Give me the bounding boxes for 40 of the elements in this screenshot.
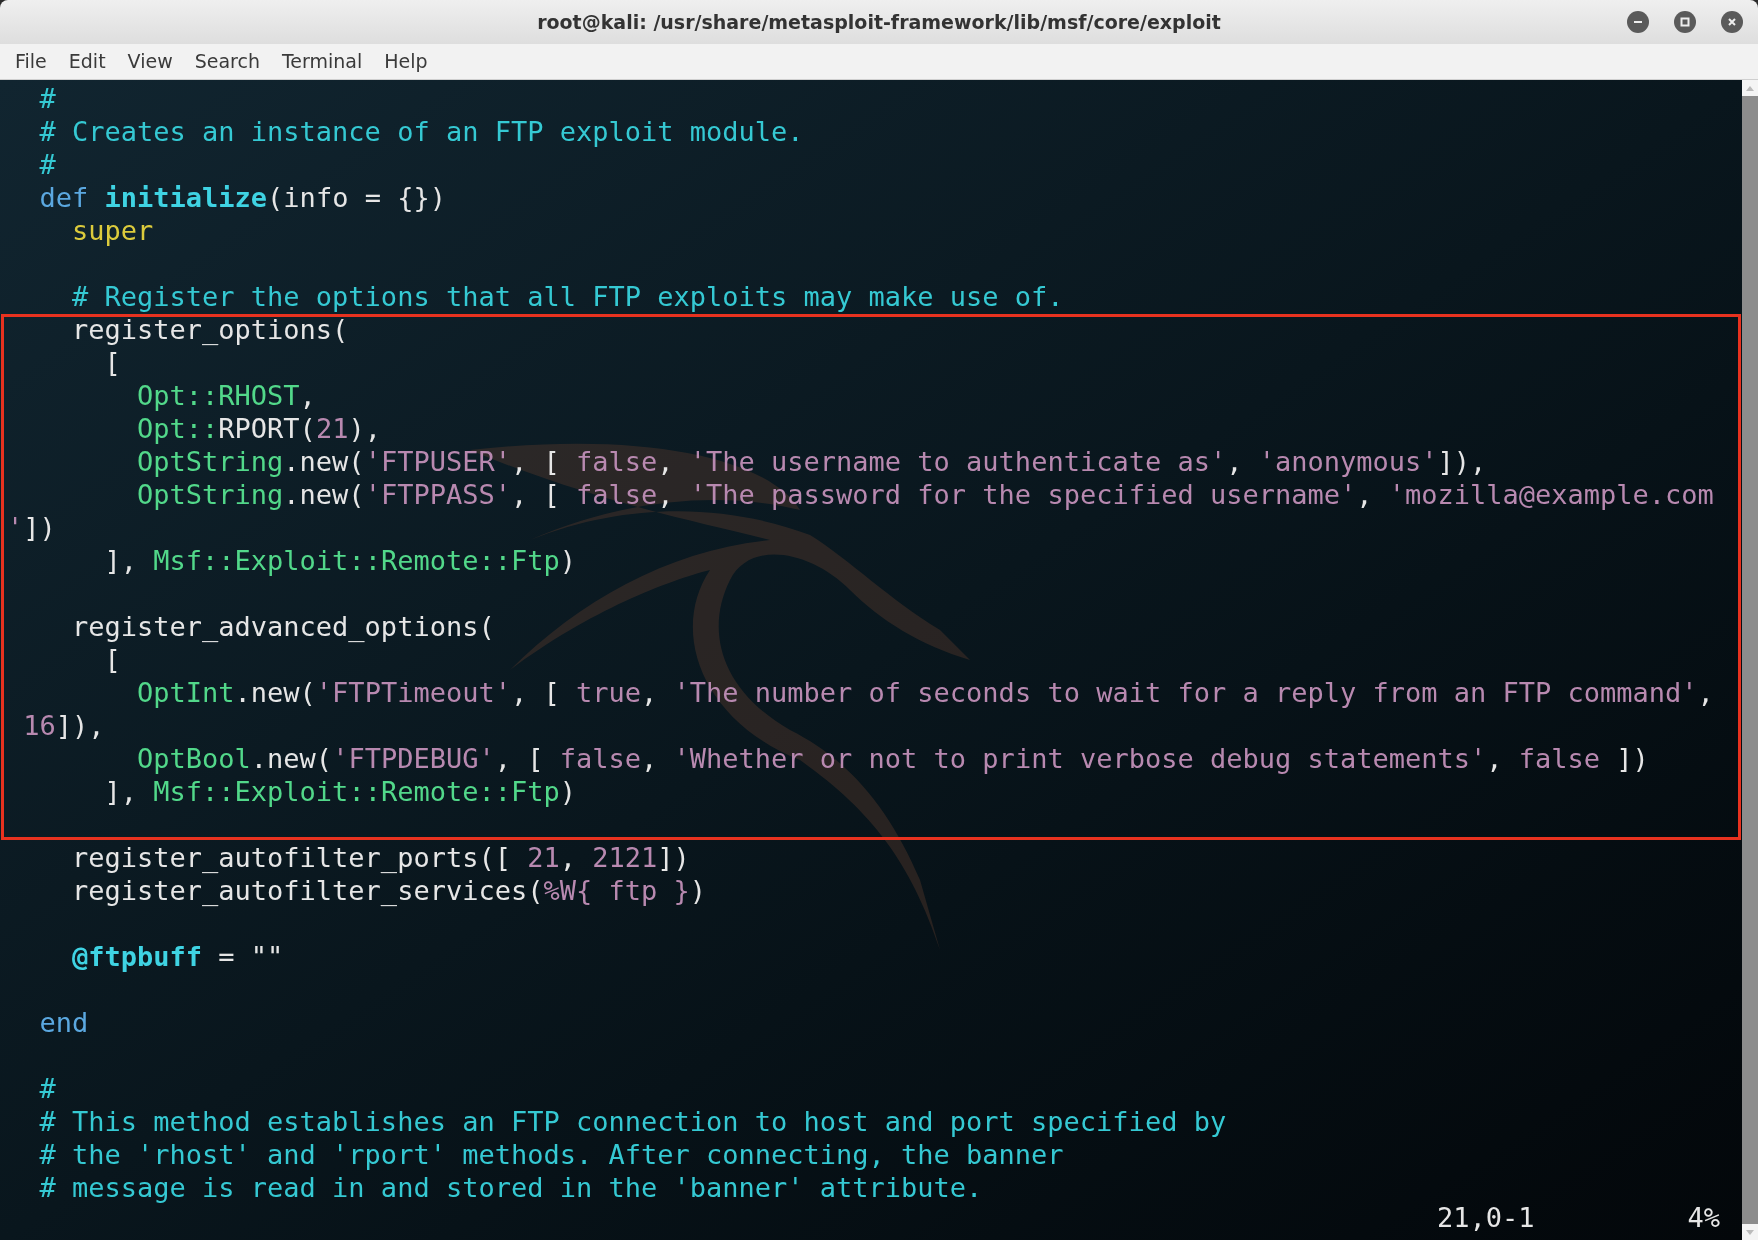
code-line: # <box>38 83 56 114</box>
window-title: root@kali: /usr/share/metasploit-framework/lib/msf/core/exploit <box>537 9 1221 35</box>
menu-item[interactable]: View <box>127 47 173 76</box>
code-line: end <box>38 1007 89 1038</box>
code-line: # <box>38 1073 56 1104</box>
code-line: Opt::RHOST, <box>136 380 316 411</box>
cursor-position: 21,0-1 <box>1437 1204 1535 1232</box>
code-line: # message is read in and stored in the 'banner' attribute. <box>38 1172 983 1203</box>
code-line: register_autofilter_services(%W{ ftp }) <box>71 875 706 906</box>
code-line: register_autofilter_ports([ 21, 2121]) <box>71 842 690 873</box>
code-line: # This method establishes an FTP connection to host and port specified by <box>38 1106 1227 1137</box>
menu-item[interactable]: Edit <box>68 47 106 76</box>
code-line: def initialize(info = {}) <box>38 182 446 213</box>
code-line: OptBool.new('FTPDEBUG', [ false, 'Whether or not to print verbose debug statements', false ]) <box>136 743 1649 774</box>
code-line: OptString.new('FTPPASS', [ false, 'The password for the specified username', 'mozilla@example.com <box>136 479 1714 510</box>
scroll-percent: 4% <box>1687 1204 1720 1232</box>
menu-item[interactable]: Terminal <box>281 47 363 76</box>
minimize-icon[interactable] <box>1627 11 1649 33</box>
maximize-icon[interactable] <box>1674 11 1696 33</box>
code-line: OptString.new('FTPUSER', [ false, 'The username to authenticate as', 'anonymous']), <box>136 446 1487 477</box>
code-line: # <box>38 149 56 180</box>
code-line: [ <box>103 644 121 675</box>
code-line: register_advanced_options( <box>71 611 495 642</box>
code-line: ], Msf::Exploit::Remote::Ftp) <box>103 776 576 807</box>
code-line: Opt::RPORT(21), <box>136 413 381 444</box>
code-line: # Register the options that all FTP exploits may make use of. <box>71 281 1064 312</box>
code-line: ], Msf::Exploit::Remote::Ftp) <box>103 545 576 576</box>
code-line: # the 'rhost' and 'rport' methods. After connecting, the banner <box>38 1139 1064 1170</box>
close-icon[interactable] <box>1721 11 1743 33</box>
code-line: [ <box>103 347 121 378</box>
code-line: OptInt.new('FTPTimeout', [ true, 'The number of seconds to wait for a reply from an FTP command', <box>136 677 1714 708</box>
code-line: super <box>71 215 154 246</box>
code-line: 16]), <box>22 710 105 741</box>
code-line: # Creates an instance of an FTP exploit module. <box>38 116 804 147</box>
menu-item[interactable]: File <box>15 47 47 76</box>
code-line: register_options( <box>71 314 349 345</box>
menu-item[interactable]: Search <box>194 47 260 76</box>
code-line: @ftpbuff = "" <box>71 941 284 972</box>
code-line: ']) <box>7 512 56 543</box>
menu-item[interactable]: Help <box>384 47 428 76</box>
